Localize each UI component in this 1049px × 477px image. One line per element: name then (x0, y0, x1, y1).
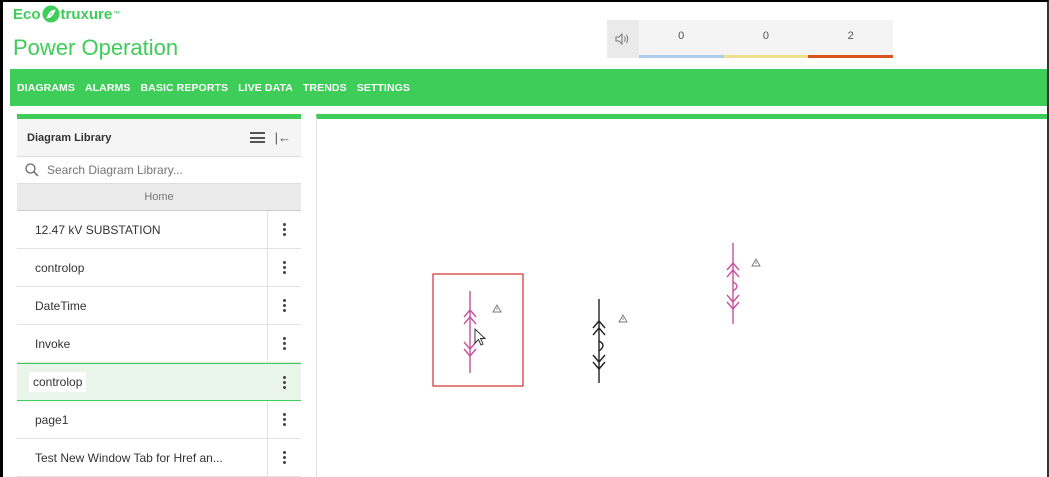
kebab-menu-icon[interactable] (267, 210, 301, 249)
breadcrumb-home[interactable]: Home (17, 184, 301, 211)
header: Eco truxure ™ Power Operation 0 0 2 (3, 2, 1047, 70)
warning-icon (492, 304, 502, 313)
list-item-label: Test New Window Tab for Href an... (35, 450, 223, 465)
list-item-label: page1 (35, 412, 69, 427)
trademark-mark: ™ (113, 10, 121, 18)
panel-actions: |← (249, 130, 291, 145)
kebab-menu-icon[interactable] (267, 363, 301, 401)
warning-icon (751, 258, 761, 267)
speaker-icon[interactable] (607, 20, 639, 58)
list-item[interactable]: Test New Window Tab for Href an... (17, 438, 301, 477)
selection-box (432, 273, 524, 387)
alarm-count-low[interactable]: 0 (638, 20, 724, 58)
list-item[interactable]: DateTime (17, 286, 301, 325)
panel-title: Diagram Library (27, 131, 112, 144)
nav-live-data[interactable]: LIVE DATA (238, 82, 293, 94)
app-title: Power Operation (13, 35, 179, 60)
list-item-label: controlop (29, 372, 87, 392)
list-item[interactable]: controlop (17, 248, 301, 287)
list-item[interactable]: page1 (17, 400, 301, 439)
alarm-summary-widget[interactable]: 0 0 2 (607, 20, 893, 58)
drawout-breaker-symbol[interactable] (592, 299, 606, 383)
nav-settings[interactable]: SETTINGS (357, 82, 410, 94)
app-window: Eco truxure ™ Power Operation 0 0 2 DIAG… (0, 0, 1049, 477)
search-bar (17, 157, 301, 184)
list-item-label: DateTime (35, 298, 87, 313)
alarm-bar-medium (723, 55, 809, 58)
kebab-menu-icon[interactable] (267, 438, 301, 477)
alarm-count-high[interactable]: 2 (808, 20, 893, 58)
alarm-bar-low (638, 55, 724, 58)
alarm-bar-high (808, 55, 893, 58)
left-gutter (3, 69, 10, 477)
search-icon (25, 163, 39, 177)
diagram-library-panel: Diagram Library |← Home 12.47 kV SUBSTAT… (17, 114, 301, 477)
kebab-menu-icon[interactable] (267, 286, 301, 325)
nav-trends[interactable]: TRENDS (303, 82, 347, 94)
breaker-symbol-selected[interactable] (463, 291, 477, 373)
kebab-menu-icon[interactable] (267, 400, 301, 439)
ecostruxure-logo: Eco truxure ™ (13, 5, 121, 23)
one-line-diagram (432, 243, 761, 387)
nav-diagrams[interactable]: DIAGRAMS (17, 82, 75, 94)
nav-basic-reports[interactable]: BASIC REPORTS (140, 82, 228, 94)
warning-icon (618, 314, 628, 323)
logo-mark-icon (42, 5, 60, 23)
speaker-glyph (615, 32, 629, 46)
search-input[interactable] (47, 163, 267, 177)
menu-icon[interactable] (249, 132, 265, 143)
main-nav: DIAGRAMS ALARMS BASIC REPORTS LIVE DATA … (10, 69, 1047, 106)
kebab-menu-icon[interactable] (267, 324, 301, 363)
nav-alarms[interactable]: ALARMS (85, 82, 131, 94)
drawout-breaker-symbol-magenta[interactable] (726, 243, 740, 324)
list-item-label: Invoke (35, 336, 71, 351)
list-item-label: controlop (35, 260, 85, 275)
list-item-label: 12.47 kV SUBSTATION (35, 222, 161, 237)
kebab-menu-icon[interactable] (267, 248, 301, 287)
mouse-cursor-icon (474, 327, 487, 346)
alarm-count-medium[interactable]: 0 (723, 20, 809, 58)
list-item[interactable]: Invoke (17, 324, 301, 363)
diagram-canvas[interactable] (316, 114, 1047, 477)
collapse-panel-icon[interactable]: |← (275, 130, 291, 145)
list-item-selected[interactable]: controlop (17, 363, 301, 401)
list-item[interactable]: 12.47 kV SUBSTATION (17, 210, 301, 249)
panel-header: Diagram Library |← (17, 119, 301, 157)
